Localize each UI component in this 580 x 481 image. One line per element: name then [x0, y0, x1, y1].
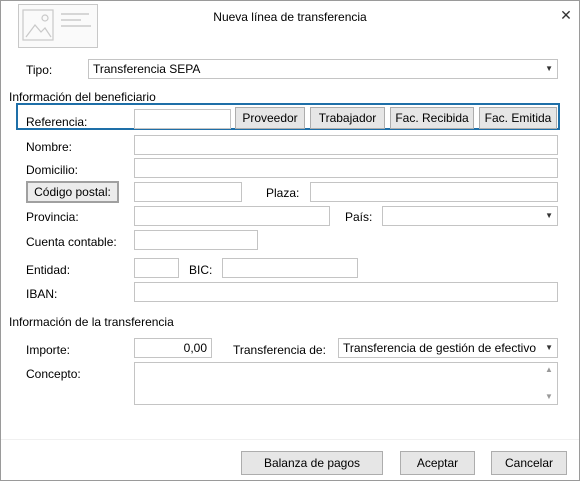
- transferencia-de-label: Transferencia de:: [233, 343, 326, 357]
- referencia-label: Referencia:: [26, 115, 88, 129]
- scroll-down-icon[interactable]: ▼: [542, 391, 556, 403]
- iban-input[interactable]: [134, 282, 558, 302]
- codigo-postal-button[interactable]: Código postal:: [26, 181, 119, 203]
- dialog-title: Nueva línea de transferencia: [213, 10, 367, 24]
- cancelar-button[interactable]: Cancelar: [491, 451, 567, 475]
- bic-input[interactable]: [222, 258, 358, 278]
- concepto-label: Concepto:: [26, 367, 81, 381]
- pais-select[interactable]: ▼: [382, 206, 558, 226]
- provincia-label: Provincia:: [26, 210, 79, 224]
- referencia-input[interactable]: [134, 109, 231, 129]
- chevron-down-icon: ▼: [545, 64, 553, 73]
- codigo-postal-input[interactable]: [134, 182, 242, 202]
- beneficiario-section-title: Información del beneficiario: [9, 90, 156, 104]
- concepto-textarea[interactable]: ▲ ▼: [134, 362, 558, 405]
- cuenta-contable-input[interactable]: [134, 230, 258, 250]
- transferencia-de-select-value: Transferencia de gestión de efectivo: [343, 341, 537, 355]
- transferencia-section-title: Información de la transferencia: [9, 315, 174, 329]
- tipo-label: Tipo:: [26, 63, 53, 77]
- bic-label: BIC:: [189, 263, 213, 277]
- scroll-up-icon[interactable]: ▲: [542, 364, 556, 376]
- nombre-label: Nombre:: [26, 140, 73, 154]
- tipo-select-value: Transferencia SEPA: [93, 62, 201, 76]
- close-icon[interactable]: ✕: [557, 6, 575, 24]
- domicilio-input[interactable]: [134, 158, 558, 178]
- dialog-window: Nueva línea de transferencia ✕ Tipo: Tra…: [0, 0, 580, 481]
- transferencia-de-select[interactable]: Transferencia de gestión de efectivo ▼: [338, 338, 558, 358]
- plaza-label: Plaza:: [266, 186, 300, 200]
- domicilio-label: Domicilio:: [26, 163, 79, 177]
- fac-emitida-button[interactable]: Fac. Emitida: [479, 107, 557, 129]
- entidad-input[interactable]: [134, 258, 179, 278]
- nombre-input[interactable]: [134, 135, 558, 155]
- trabajador-button[interactable]: Trabajador: [310, 107, 385, 129]
- importe-label: Importe:: [26, 343, 71, 357]
- provincia-input[interactable]: [134, 206, 330, 226]
- aceptar-button[interactable]: Aceptar: [400, 451, 475, 475]
- pais-label: País:: [345, 210, 373, 224]
- chevron-down-icon: ▼: [545, 343, 553, 352]
- balanza-de-pagos-button[interactable]: Balanza de pagos: [241, 451, 383, 475]
- chevron-down-icon: ▼: [545, 211, 553, 220]
- plaza-input[interactable]: [310, 182, 558, 202]
- iban-label: IBAN:: [26, 287, 58, 301]
- importe-input[interactable]: 0,00: [134, 338, 212, 358]
- proveedor-button[interactable]: Proveedor: [235, 107, 305, 129]
- tipo-select[interactable]: Transferencia SEPA ▼: [88, 59, 558, 79]
- fac-recibida-button[interactable]: Fac. Recibida: [390, 107, 474, 129]
- entidad-label: Entidad:: [26, 263, 71, 277]
- footer-divider: [1, 439, 579, 440]
- cuenta-contable-label: Cuenta contable:: [26, 235, 117, 249]
